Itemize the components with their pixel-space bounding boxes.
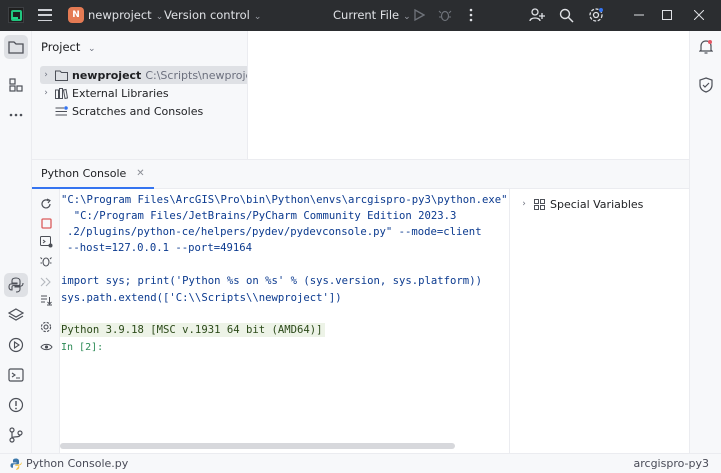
python-console-tool-button[interactable] <box>4 273 28 297</box>
run-config-label: Current File <box>333 8 400 22</box>
chevron-down-icon: ⌄ <box>253 12 262 22</box>
code-with-me-tool-button[interactable] <box>694 73 718 97</box>
pycharm-logo-icon <box>8 7 24 23</box>
interpreter-selector[interactable]: arcgispro-py3 <box>634 457 710 470</box>
special-variables-item[interactable]: › Special Variables <box>518 195 643 213</box>
tree-item-label: Scratches and Consoles <box>72 104 204 118</box>
tree-item-scratches[interactable]: Scratches and Consoles <box>40 102 203 120</box>
close-icon[interactable] <box>690 6 708 24</box>
title-bar: N newproject ⌄ Version control ⌄ Current F… <box>0 0 721 31</box>
warning-circle-icon <box>8 397 24 413</box>
services-tool-button[interactable] <box>4 333 28 357</box>
input-prompt[interactable]: In [2]: <box>61 342 103 353</box>
project-badge[interactable]: N <box>68 7 84 23</box>
history-icon[interactable] <box>39 275 53 289</box>
maximize-icon[interactable] <box>658 6 676 24</box>
tree-item-label: External Libraries <box>72 86 169 100</box>
left-tool-stripe <box>0 31 32 453</box>
project-panel: Project ⌄ › newproject C:\Scripts\newpro… <box>32 31 269 159</box>
stop-icon[interactable] <box>39 216 53 230</box>
special-variables-label: Special Variables <box>550 197 644 211</box>
editor-area[interactable] <box>247 31 689 159</box>
git-tool-button[interactable] <box>4 423 28 447</box>
chevron-down-icon: ⌄ <box>88 44 96 54</box>
tree-item-label: newproject <box>72 68 142 82</box>
variables-panel: › Special Variables <box>509 189 689 453</box>
chevron-right-icon[interactable]: › <box>40 88 52 98</box>
python-packages-tool-button[interactable] <box>4 303 28 327</box>
vcs-label: Version control <box>164 8 250 22</box>
shield-check-icon <box>699 77 713 93</box>
vcs-selector[interactable]: Version control ⌄ <box>164 8 261 22</box>
add-user-icon[interactable] <box>528 6 546 24</box>
status-bar: Python Console.py arcgispro-py3 <box>0 453 721 473</box>
project-tool-button[interactable] <box>4 35 28 59</box>
tree-item-newproject[interactable]: › newproject C:\Scripts\newproject <box>40 66 269 84</box>
variables-grid-icon <box>532 198 546 210</box>
play-circle-icon <box>8 337 24 353</box>
close-tab-icon[interactable]: ✕ <box>136 168 144 179</box>
problems-tool-button[interactable] <box>4 393 28 417</box>
folder-icon <box>54 69 68 81</box>
structure-icon <box>9 78 23 92</box>
run-icon[interactable] <box>410 6 428 24</box>
console-line: --host=127.0.0.1 --port=49164 <box>67 242 252 254</box>
new-console-icon[interactable] <box>39 235 53 249</box>
right-tool-stripe <box>689 31 721 453</box>
python-version-banner: Python 3.9.18 [MSC v.1931 64 bit (AMD64)… <box>60 323 325 337</box>
git-branch-icon <box>9 427 23 443</box>
console-line: "C:\Program Files\ArcGIS\Pro\bin\Python\… <box>61 194 508 206</box>
minimize-icon[interactable] <box>630 6 648 24</box>
console-line: sys.path.extend(['C:\\Scripts\\newprojec… <box>61 292 342 304</box>
more-horizontal-icon <box>9 113 23 117</box>
horizontal-scrollbar[interactable] <box>60 443 455 449</box>
run-config-selector[interactable]: Current File ⌄ <box>333 8 411 22</box>
structure-tool-button[interactable] <box>4 73 28 97</box>
project-selector[interactable]: newproject ⌄ <box>88 8 163 22</box>
search-icon[interactable] <box>557 6 575 24</box>
console-line: "C:/Program Files/JetBrains/PyCharm Comm… <box>61 210 457 222</box>
debug-console-icon[interactable] <box>39 254 53 268</box>
console-toolbar <box>32 189 60 453</box>
python-file-icon <box>10 458 22 470</box>
status-breadcrumb[interactable]: Python Console.py <box>10 457 128 470</box>
more-tools-button[interactable] <box>4 103 28 127</box>
rerun-icon[interactable] <box>39 197 53 211</box>
tree-item-path: C:\Scripts\newproject <box>145 68 263 82</box>
scroll-to-end-icon[interactable] <box>39 293 53 307</box>
console-line: .2/plugins/python-ce/helpers/pydev/pydev… <box>67 226 482 238</box>
chevron-down-icon: ⌄ <box>155 12 164 22</box>
more-vertical-icon[interactable] <box>462 6 480 24</box>
main-menu-icon[interactable] <box>38 9 52 21</box>
tab-label: Python Console <box>41 167 127 180</box>
status-file-label: Python Console.py <box>26 457 129 470</box>
python-icon <box>8 277 24 293</box>
show-variables-icon[interactable] <box>39 340 53 354</box>
project-panel-title-label: Project <box>41 40 81 54</box>
tree-item-external-libraries[interactable]: › External Libraries <box>40 84 169 102</box>
terminal-tool-button[interactable] <box>4 363 28 387</box>
console-settings-icon[interactable] <box>39 320 53 334</box>
debug-icon[interactable] <box>436 6 454 24</box>
console-output[interactable]: "C:\Program Files\ArcGIS\Pro\bin\Python\… <box>60 189 509 453</box>
library-icon <box>54 87 68 99</box>
layers-icon <box>8 308 24 321</box>
console-line: import sys; print('Python %s on %s' % (s… <box>61 275 482 287</box>
settings-gear-icon[interactable] <box>587 6 605 24</box>
console-tab-bar: Python Console ✕ <box>32 160 689 189</box>
notifications-tool-button[interactable] <box>694 35 718 59</box>
terminal-icon <box>8 368 24 382</box>
project-name: newproject <box>88 8 152 22</box>
bell-icon <box>699 40 713 54</box>
folder-icon <box>8 41 24 54</box>
chevron-right-icon[interactable]: › <box>518 199 530 209</box>
project-panel-title[interactable]: Project ⌄ <box>41 40 96 54</box>
scratches-icon <box>54 105 68 117</box>
chevron-right-icon[interactable]: › <box>40 70 52 80</box>
tab-python-console[interactable]: Python Console ✕ <box>32 160 154 189</box>
